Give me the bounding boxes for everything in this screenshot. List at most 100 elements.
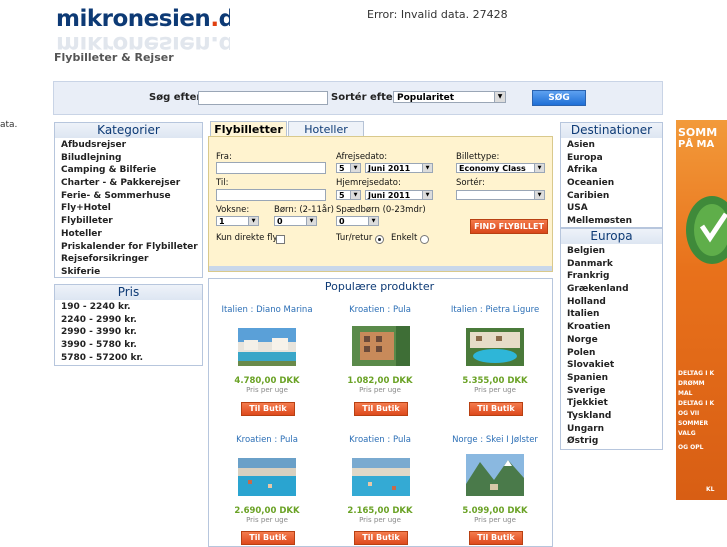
to-shop-button[interactable]: Til Butik — [354, 402, 408, 416]
destination-link[interactable]: Asien — [567, 139, 662, 152]
to-shop-button[interactable]: Til Butik — [469, 402, 523, 416]
chevron-down-icon: ▼ — [422, 191, 432, 199]
product-title[interactable]: Italien : Diano Marina — [212, 305, 322, 315]
product-image[interactable] — [352, 326, 410, 366]
to-input[interactable] — [216, 189, 326, 201]
product-title[interactable]: Kroatien : Pula — [212, 435, 322, 445]
product-image[interactable] — [352, 458, 410, 496]
country-link[interactable]: Belgien — [567, 245, 662, 258]
category-link[interactable]: Priskalender for Flybilleter — [61, 241, 202, 254]
price-range-link[interactable]: 190 - 2240 kr. — [61, 301, 202, 314]
product-image[interactable] — [238, 328, 296, 366]
ticket-type-label: Billettype: — [456, 152, 500, 162]
country-link[interactable]: Tyskland — [567, 410, 662, 423]
tab-hoteller[interactable]: Hoteller — [288, 121, 364, 137]
category-link[interactable]: Rejseforsikringer — [61, 253, 202, 266]
destination-link[interactable]: Mellemøsten — [567, 215, 662, 228]
category-link[interactable]: Hoteller — [61, 228, 202, 241]
country-link[interactable]: Sverige — [567, 385, 662, 398]
infants-select[interactable]: 0 ▼ — [336, 216, 379, 226]
country-link[interactable]: Holland — [567, 296, 662, 309]
category-link[interactable]: Camping & Bilferie — [61, 164, 202, 177]
ad-text: KL — [706, 486, 715, 493]
ad-graphic — [686, 196, 727, 264]
product-price: 2.690,00 DKK — [234, 506, 300, 516]
stray-text: ata. — [0, 120, 18, 130]
to-shop-button[interactable]: Til Butik — [241, 531, 295, 545]
category-link[interactable]: Skiferie — [61, 266, 202, 279]
category-link[interactable]: Charter - & Pakkerejser — [61, 177, 202, 190]
price-range-link[interactable]: 5780 - 57200 kr. — [61, 352, 202, 365]
ad-text: DRØMM — [678, 380, 705, 387]
category-link[interactable]: Flybilleter — [61, 215, 202, 228]
price-range-link[interactable]: 3990 - 5780 kr. — [61, 339, 202, 352]
logo-reflection: mikronesien.dk — [56, 31, 230, 50]
product-image[interactable] — [466, 328, 524, 366]
destination-link[interactable]: Caribien — [567, 190, 662, 203]
from-input[interactable] — [216, 162, 326, 174]
product-title[interactable]: Kroatien : Pula — [325, 305, 435, 315]
country-link[interactable]: Frankrig — [567, 270, 662, 283]
children-label: Børn: (2-11år) — [274, 205, 334, 215]
return-day-select[interactable]: 5 ▼ — [336, 190, 361, 200]
to-shop-button[interactable]: Til Butik — [354, 531, 408, 545]
country-link[interactable]: Tjekkiet — [567, 397, 662, 410]
category-link[interactable]: Fly+Hotel — [61, 202, 202, 215]
country-link[interactable]: Kroatien — [567, 321, 662, 334]
price-range-link[interactable]: 2240 - 2990 kr. — [61, 314, 202, 327]
sort-select[interactable]: ▼ — [456, 190, 545, 200]
ad-text: DELTAG I K — [678, 370, 715, 377]
product-price: 4.780,00 DKK — [234, 376, 300, 386]
sort-select[interactable]: Popularitet ▼ — [393, 91, 506, 103]
ad-text: OG VII — [678, 410, 700, 417]
product-title[interactable]: Norge : Skei I Jølster — [440, 435, 550, 445]
search-input[interactable] — [198, 91, 328, 105]
to-shop-button[interactable]: Til Butik — [469, 531, 523, 545]
country-link[interactable]: Norge — [567, 334, 662, 347]
departure-month-select[interactable]: Juni 2011 ▼ — [365, 163, 433, 173]
ticket-type-select[interactable]: Economy Class ▼ — [456, 163, 545, 173]
product-price: 5.355,00 DKK — [462, 376, 528, 386]
to-label: Til: — [216, 178, 229, 188]
category-link[interactable]: Afbudsrejser — [61, 139, 202, 152]
price-per-week: Pris per uge — [359, 516, 401, 524]
children-select[interactable]: 0 ▼ — [274, 216, 317, 226]
price-per-week: Pris per uge — [246, 386, 288, 394]
category-link[interactable]: Biludlejning — [61, 152, 202, 165]
site-logo[interactable]: mikronesien.dk mikronesien.dk — [54, 4, 230, 50]
search-button[interactable]: SØG — [532, 90, 586, 106]
country-link[interactable]: Danmark — [567, 258, 662, 271]
country-link[interactable]: Slovakiet — [567, 359, 662, 372]
price-range-link[interactable]: 2990 - 3990 kr. — [61, 326, 202, 339]
adults-select[interactable]: 1 ▼ — [216, 216, 259, 226]
chevron-down-icon: ▼ — [248, 217, 258, 225]
country-link[interactable]: Polen — [567, 347, 662, 360]
destination-link[interactable]: Afrika — [567, 164, 662, 177]
product-image[interactable] — [238, 458, 296, 496]
destination-link[interactable]: Oceanien — [567, 177, 662, 190]
to-shop-button[interactable]: Til Butik — [241, 402, 295, 416]
direct-flights-checkbox[interactable] — [276, 235, 285, 244]
oneway-radio[interactable] — [420, 235, 429, 244]
country-link[interactable]: Grækenland — [567, 283, 662, 296]
departure-day-select[interactable]: 5 ▼ — [336, 163, 361, 173]
country-link[interactable]: Spanien — [567, 372, 662, 385]
price-per-week: Pris per uge — [359, 386, 401, 394]
ad-text: OG OPL — [678, 444, 704, 451]
country-link[interactable]: Italien — [567, 308, 662, 321]
product-title[interactable]: Italien : Pietra Ligure — [440, 305, 550, 315]
product-image[interactable] — [466, 454, 524, 496]
roundtrip-radio[interactable] — [375, 235, 384, 244]
europe-title: Europa — [561, 229, 662, 244]
tab-flybilletter[interactable]: Flybilletter — [210, 121, 287, 137]
ad-banner[interactable]: SOMM PÅ MA DELTAG I K DRØMM MAL DELTAG I… — [676, 120, 727, 500]
destination-link[interactable]: Europa — [567, 152, 662, 165]
find-flight-button[interactable]: FIND FLYBILLET — [470, 219, 548, 234]
category-link[interactable]: Ferie- & Sommerhuse — [61, 190, 202, 203]
product-title[interactable]: Kroatien : Pula — [325, 435, 435, 445]
country-link[interactable]: Ungarn — [567, 423, 662, 436]
return-month-select[interactable]: Juni 2011 ▼ — [365, 190, 433, 200]
destination-link[interactable]: USA — [567, 202, 662, 215]
price-box: Pris 190 - 2240 kr. 2240 - 2990 kr. 2990… — [54, 284, 203, 366]
country-link[interactable]: Østrig — [567, 435, 662, 448]
